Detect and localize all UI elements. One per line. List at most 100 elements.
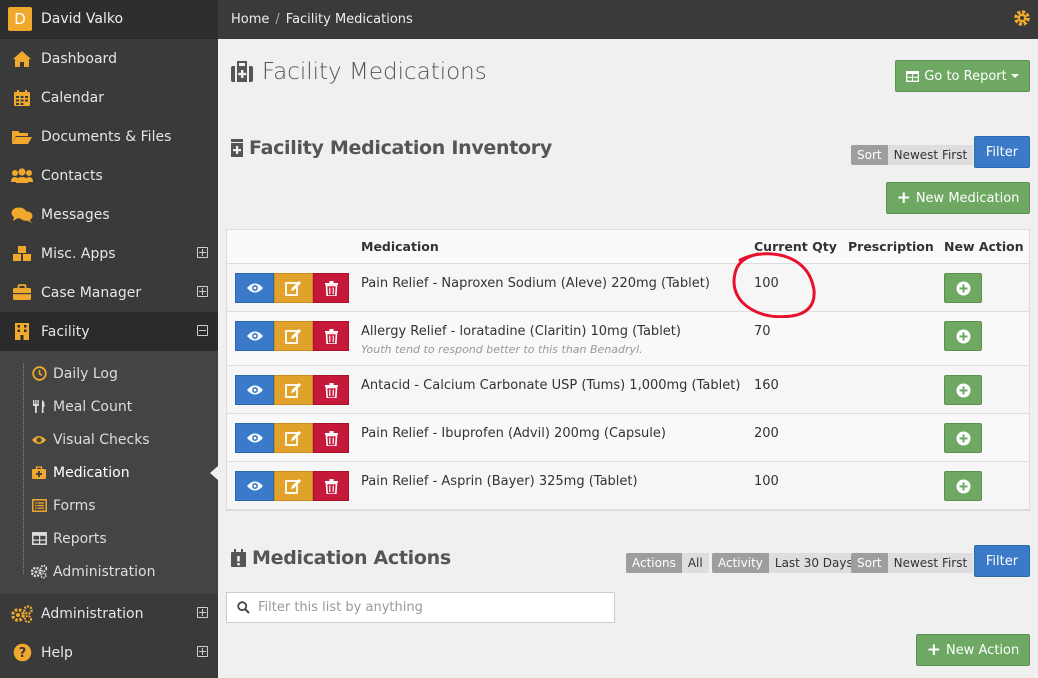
- table-body: Pain Relief - Naproxen Sodium (Aleve) 22…: [227, 264, 1029, 510]
- sidebar-item-label: Help: [41, 644, 73, 661]
- edit-button[interactable]: [274, 273, 313, 303]
- inventory-sort-badge[interactable]: Sort Newest First: [851, 145, 974, 165]
- view-button[interactable]: [235, 321, 274, 351]
- column-header-current-qty[interactable]: Current Qty: [754, 239, 837, 254]
- view-button[interactable]: [235, 471, 274, 501]
- subnav-item-meal-count[interactable]: Meal Count: [0, 390, 218, 423]
- gear-icon[interactable]: [1013, 9, 1031, 31]
- expand-icon[interactable]: [197, 286, 208, 297]
- subnav-item-visual-checks[interactable]: Visual Checks: [0, 423, 218, 456]
- sidebar-item-dashboard[interactable]: Dashboard: [0, 39, 218, 78]
- sidebar-item-label: Dashboard: [41, 50, 117, 67]
- sidebar-item-facility[interactable]: Facility: [0, 312, 218, 351]
- activity-value: Last 30 Days: [768, 553, 859, 573]
- subnav-item-administration[interactable]: Administration: [0, 555, 218, 588]
- add-action-button[interactable]: [944, 471, 982, 501]
- current-qty-cell: 100: [754, 474, 779, 489]
- eye-icon: [246, 480, 264, 492]
- sidebar-item-calendar[interactable]: Calendar: [0, 78, 218, 117]
- actions-filter-button[interactable]: Filter: [974, 545, 1030, 577]
- user-profile[interactable]: D David Valko: [0, 0, 218, 39]
- utensils-icon: [30, 398, 48, 416]
- subnav-item-reports[interactable]: Reports: [0, 522, 218, 555]
- plus-circle-icon: [956, 479, 971, 494]
- subnav-item-daily-log[interactable]: Daily Log: [0, 357, 218, 390]
- expand-icon[interactable]: [197, 646, 208, 657]
- edit-button[interactable]: [274, 471, 313, 501]
- subnav-item-forms[interactable]: Forms: [0, 489, 218, 522]
- sidebar-item-documents[interactable]: Documents & Files: [0, 117, 218, 156]
- sidebar-item-contacts[interactable]: Contacts: [0, 156, 218, 195]
- cubes-icon: [10, 243, 34, 265]
- delete-button[interactable]: [313, 471, 349, 501]
- edit-button[interactable]: [274, 423, 313, 453]
- sidebar-item-administration[interactable]: Administration: [0, 594, 218, 633]
- row-actions: [235, 273, 349, 303]
- add-action-button[interactable]: [944, 423, 982, 453]
- subnav-item-label: Administration: [53, 563, 156, 580]
- eye-icon: [246, 384, 264, 396]
- go-to-report-button[interactable]: Go to Report: [895, 60, 1030, 92]
- delete-button[interactable]: [313, 273, 349, 303]
- table-row: Pain Relief - Ibuprofen (Advil) 200mg (C…: [227, 414, 1029, 462]
- medication-cell: Pain Relief - Asprin (Bayer) 325mg (Tabl…: [361, 474, 741, 489]
- medication-name[interactable]: Pain Relief - Asprin (Bayer) 325mg (Tabl…: [361, 474, 741, 489]
- new-action-button[interactable]: + New Action: [916, 634, 1030, 666]
- row-actions: [235, 471, 349, 501]
- medication-actions-title: Medication Actions: [230, 547, 451, 569]
- edit-button[interactable]: [274, 321, 313, 351]
- list-alt-icon: [30, 497, 48, 515]
- add-action-button[interactable]: [944, 273, 982, 303]
- sidebar: D David Valko Dashboard Calendar Documen…: [0, 0, 218, 678]
- cogs-icon: [10, 603, 34, 625]
- add-action-button[interactable]: [944, 375, 982, 405]
- edit-button[interactable]: [274, 375, 313, 405]
- calendar-icon: [230, 548, 252, 568]
- sidebar-item-case-manager[interactable]: Case Manager: [0, 273, 218, 312]
- collapse-icon[interactable]: [197, 325, 208, 336]
- table-row: Pain Relief - Naproxen Sodium (Aleve) 22…: [227, 264, 1029, 312]
- caret-down-icon: [1010, 74, 1019, 78]
- column-header-prescription[interactable]: Prescription: [848, 239, 934, 254]
- expand-icon[interactable]: [197, 247, 208, 258]
- subnav-item-label: Reports: [53, 530, 107, 547]
- subnav-item-label: Medication: [53, 464, 130, 481]
- medication-note: Youth tend to respond better to this tha…: [361, 343, 643, 356]
- delete-button[interactable]: [313, 321, 349, 351]
- delete-button[interactable]: [313, 423, 349, 453]
- delete-button[interactable]: [313, 375, 349, 405]
- user-name: David Valko: [41, 11, 124, 27]
- medication-name[interactable]: Pain Relief - Naproxen Sodium (Aleve) 22…: [361, 276, 741, 291]
- svg-text:?: ?: [18, 646, 26, 661]
- breadcrumb-home[interactable]: Home: [231, 12, 269, 27]
- add-action-button[interactable]: [944, 321, 982, 351]
- activity-filter-badge[interactable]: Activity Last 30 Days: [712, 553, 859, 573]
- view-button[interactable]: [235, 375, 274, 405]
- medication-cell: Allergy Relief - loratadine (Claritin) 1…: [361, 324, 741, 356]
- new-medication-button[interactable]: + New Medication: [886, 182, 1030, 214]
- topbar: Home / Facility Medications: [218, 0, 1038, 39]
- actions-sort-badge[interactable]: Sort Newest First: [851, 553, 974, 573]
- subnav-item-medication[interactable]: Medication: [0, 456, 218, 489]
- expand-icon[interactable]: [197, 607, 208, 618]
- edit-icon: [285, 382, 302, 398]
- table-icon: [906, 70, 920, 82]
- actions-search-input[interactable]: [258, 600, 598, 615]
- actions-filter-badge[interactable]: Actions All: [626, 553, 709, 573]
- view-button[interactable]: [235, 423, 274, 453]
- sidebar-item-messages[interactable]: Messages: [0, 195, 218, 234]
- medkit-icon: [230, 138, 249, 158]
- sidebar-item-misc-apps[interactable]: Misc. Apps: [0, 234, 218, 273]
- new-action-label: New Action: [946, 642, 1020, 658]
- view-button[interactable]: [235, 273, 274, 303]
- medication-name[interactable]: Pain Relief - Ibuprofen (Advil) 200mg (C…: [361, 426, 741, 441]
- sidebar-item-label: Messages: [41, 206, 110, 223]
- inventory-filter-button[interactable]: Filter: [974, 136, 1030, 168]
- medication-name[interactable]: Antacid - Calcium Carbonate USP (Tums) 1…: [361, 378, 741, 393]
- main-content: Facility Medications Go to Report Facili…: [218, 39, 1038, 678]
- medication-name[interactable]: Allergy Relief - loratadine (Claritin) 1…: [361, 324, 741, 339]
- sidebar-item-help[interactable]: ? Help: [0, 633, 218, 672]
- breadcrumb: Home / Facility Medications: [231, 12, 413, 27]
- current-qty-cell: 100: [754, 276, 779, 291]
- column-header-medication[interactable]: Medication: [361, 239, 439, 254]
